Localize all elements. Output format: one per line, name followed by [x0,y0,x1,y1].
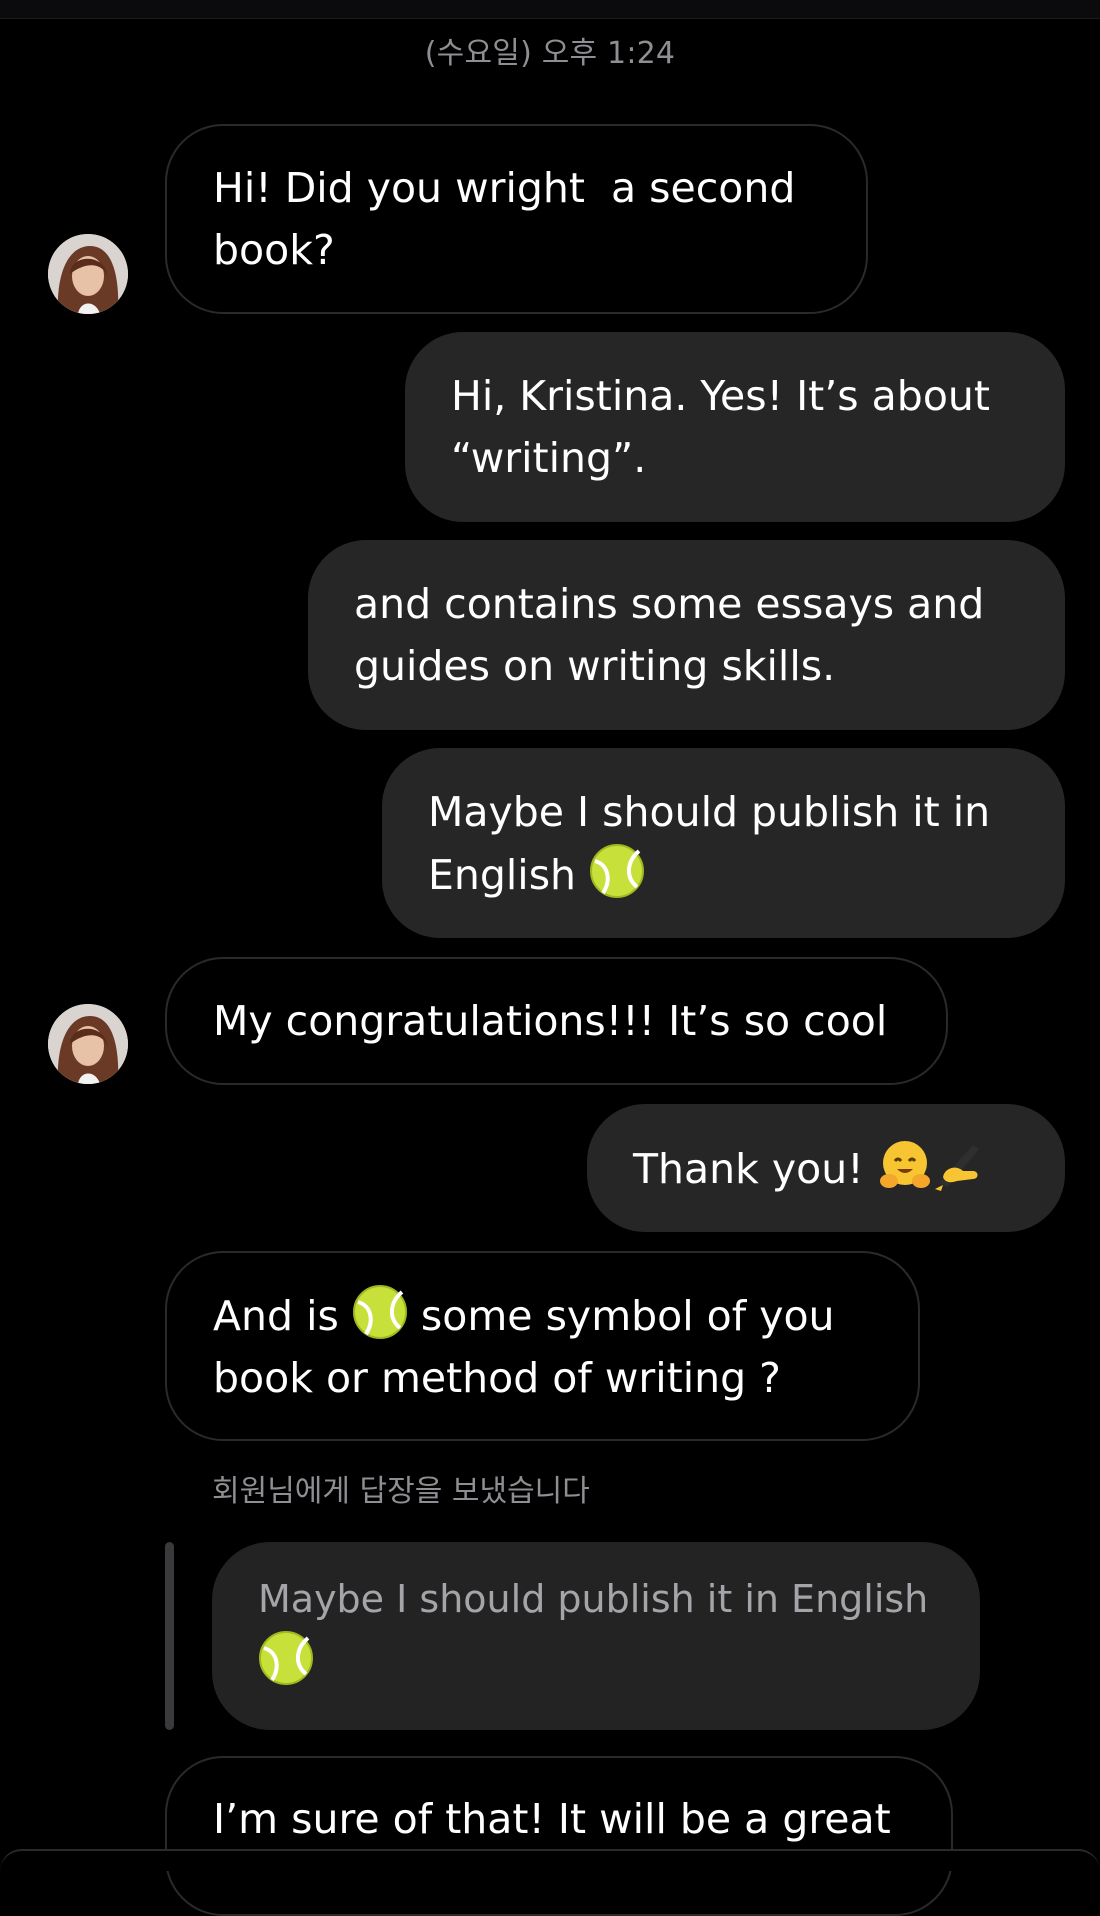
incoming-message-bubble[interactable]: My congratulations!!! It’s so cool [165,957,948,1085]
writing-hand-emoji [933,1137,989,1193]
message-text: Thank you! [633,1137,989,1200]
message-text: and contains some essays and guides on w… [354,580,998,690]
incoming-message-bubble[interactable]: Hi! Did you wright a second book? [165,124,868,314]
message-composer-edge [0,1849,1100,1871]
tennis-ball-emoji [258,1630,314,1686]
top-divider [0,0,1100,19]
message-text: Maybe I should publish it in English [428,787,1004,899]
hugging-face-emoji [877,1137,933,1193]
tennis-ball-emoji [589,843,645,899]
outgoing-message-bubble[interactable]: Hi, Kristina. Yes! It’s about “writing”. [405,332,1065,522]
chat-timestamp: (수요일) 오후 1:24 [424,36,676,71]
message-text: Hi! Did you wright a second book? [213,164,809,274]
incoming-message-bubble[interactable]: I’m sure of that! It will be a great [165,1756,953,1916]
message-text: Hi, Kristina. Yes! It’s about “writing”. [451,372,1004,482]
tennis-ball-emoji [352,1284,408,1340]
incoming-message-bubble[interactable]: And is some symbol of you book or method… [165,1251,920,1441]
message-text: I’m sure of that! It will be a great [213,1795,891,1843]
reply-indicator-bar [165,1542,174,1730]
message-text: And is some symbol of you book or method… [213,1284,872,1409]
contact-avatar[interactable] [48,1004,128,1084]
quoted-message-bubble[interactable]: Maybe I should publish it in English [212,1542,980,1730]
message-text: My congratulations!!! It’s so cool [213,997,888,1045]
outgoing-message-bubble[interactable]: Maybe I should publish it in English [382,748,1065,938]
contact-avatar[interactable] [48,234,128,314]
reply-caption: 회원님에게 답장을 보냈습니다 [212,1474,590,1509]
quoted-message-text: Maybe I should publish it in English [258,1577,929,1621]
outgoing-message-bubble[interactable]: and contains some essays and guides on w… [308,540,1065,730]
outgoing-message-bubble[interactable]: Thank you! [587,1104,1065,1232]
